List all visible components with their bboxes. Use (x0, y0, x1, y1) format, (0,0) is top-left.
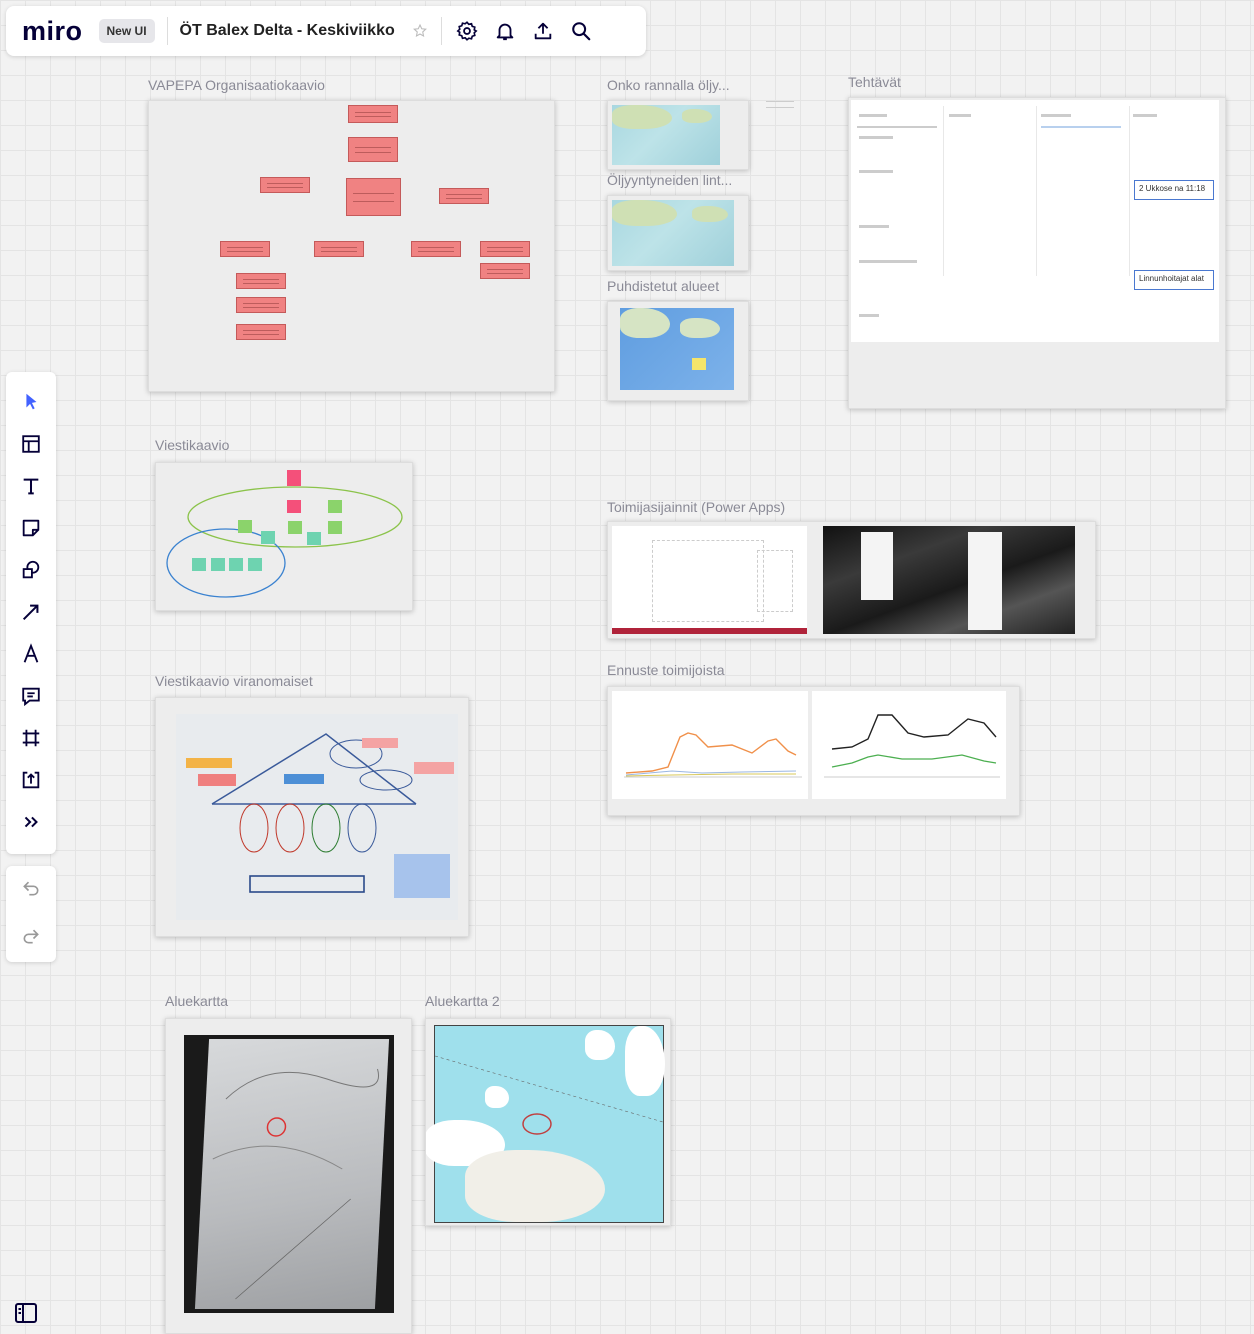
task-card[interactable]: Linnunhoitajat alat (1134, 270, 1214, 290)
comment-icon[interactable] (13, 678, 49, 714)
bell-icon[interactable] (492, 18, 518, 44)
miro-logo[interactable]: miro (22, 16, 83, 47)
org-chart-box[interactable] (236, 273, 286, 289)
org-chart-box[interactable] (480, 241, 530, 257)
org-chart-frame[interactable] (148, 100, 555, 392)
kanban-board[interactable]: 2 Ukkose na 11:18 Linnunhoitajat alat (851, 100, 1219, 342)
org-chart-box[interactable] (236, 324, 286, 340)
sticky-note[interactable] (328, 500, 342, 513)
sticky-note[interactable] (211, 558, 225, 571)
sticky-note[interactable] (238, 520, 252, 533)
org-chart-box[interactable] (411, 241, 461, 257)
sea-photo (823, 526, 1075, 634)
map-photo (184, 1035, 394, 1313)
task-card[interactable]: 2 Ukkose na 11:18 (1134, 180, 1214, 200)
top-bar: miro New UI ÖT Balex Delta - Keskiviikko (6, 6, 646, 56)
frame-label-map3[interactable]: Puhdistetut alueet (607, 278, 719, 294)
map-image (612, 105, 720, 165)
text-icon[interactable] (13, 468, 49, 504)
sticky-note[interactable] (261, 531, 275, 544)
frame-label-supplier-locations[interactable]: Toimijasijainnit (Power Apps) (607, 499, 785, 515)
frame-label-area-map2[interactable]: Aluekartta 2 (425, 993, 500, 1009)
frame-icon[interactable] (13, 720, 49, 756)
more-tools-icon[interactable] (13, 804, 49, 840)
map-image (612, 200, 734, 266)
org-chart-box[interactable] (314, 241, 364, 257)
divider (440, 17, 442, 45)
search-icon[interactable] (568, 18, 594, 44)
divider-line (766, 101, 794, 102)
undo-redo-bar (6, 866, 56, 962)
sticky-note[interactable] (192, 558, 206, 571)
frame-label-forecast[interactable]: Ennuste toimijoista (607, 662, 725, 678)
divider (166, 17, 168, 45)
frame-label-map2[interactable]: Öljyyntyneiden lint... (607, 172, 732, 188)
frame-label-area-map[interactable]: Aluekartta (165, 993, 228, 1009)
frame-label-org-chart[interactable]: VAPEPA Organisaatiokaavio (148, 77, 325, 93)
shapes-icon[interactable] (13, 552, 49, 588)
redo-icon[interactable] (21, 926, 41, 951)
sticky-note[interactable] (229, 558, 243, 571)
area-map2-frame[interactable] (425, 1018, 671, 1226)
frame-label-map1[interactable]: Onko rannalla öljy... (607, 77, 730, 93)
org-chart-box[interactable] (348, 105, 398, 123)
org-chart-box[interactable] (346, 178, 401, 216)
settings-icon[interactable] (454, 18, 480, 44)
map-frame-cleaned-areas[interactable] (607, 301, 749, 401)
org-chart-box[interactable] (220, 241, 270, 257)
sticky-note[interactable] (248, 558, 262, 571)
map-image (620, 308, 734, 390)
comm-authorities-frame[interactable] (155, 697, 469, 937)
map-frame-oil-shore[interactable] (607, 100, 749, 170)
frame-label-comm-chart[interactable]: Viestikaavio (155, 437, 229, 453)
frame-label-comm-authorities[interactable]: Viestikaavio viranomaiset (155, 673, 313, 689)
pen-icon[interactable] (13, 636, 49, 672)
power-apps-frame[interactable] (607, 521, 1096, 639)
area-map-frame[interactable] (165, 1018, 412, 1334)
org-chart-box[interactable] (480, 263, 530, 279)
undo-icon[interactable] (21, 878, 41, 903)
sticky-note[interactable] (287, 470, 301, 486)
select-cursor-icon[interactable] (13, 384, 49, 420)
sticky-note[interactable] (288, 521, 302, 534)
comm-chart-frame[interactable] (155, 462, 413, 611)
comm-diagram (166, 486, 403, 598)
org-chart-box[interactable] (260, 177, 310, 193)
sticky-note-icon[interactable] (13, 510, 49, 546)
sticky-note[interactable] (328, 521, 342, 534)
forecast-frame[interactable] (607, 686, 1020, 816)
divider-line (766, 107, 794, 108)
upload-icon[interactable] (13, 762, 49, 798)
creation-toolbar (6, 372, 56, 854)
org-chart-box[interactable] (236, 297, 286, 313)
board-title[interactable]: ÖT Balex Delta - Keskiviikko (180, 22, 395, 40)
org-chart-box[interactable] (439, 188, 489, 204)
forecast-chart-left (612, 691, 808, 799)
nautical-chart (426, 1025, 665, 1223)
templates-icon[interactable] (13, 426, 49, 462)
map-marker (692, 358, 706, 370)
org-chart-box[interactable] (348, 137, 398, 162)
frames-panel-icon[interactable] (12, 1300, 40, 1326)
tasks-frame[interactable]: 2 Ukkose na 11:18 Linnunhoitajat alat (848, 97, 1226, 409)
sticky-note[interactable] (307, 532, 321, 545)
frame-label-tasks[interactable]: Tehtävät (848, 74, 901, 90)
map-frame-oiled-birds[interactable] (607, 195, 749, 271)
forecast-chart-right (812, 691, 1006, 799)
whiteboard-photo (176, 714, 458, 920)
star-icon[interactable] (407, 18, 433, 44)
power-app-screenshot (612, 526, 807, 634)
share-upload-icon[interactable] (530, 18, 556, 44)
arrow-line-icon[interactable] (13, 594, 49, 630)
new-ui-badge[interactable]: New UI (98, 19, 155, 43)
sticky-note[interactable] (287, 500, 301, 513)
